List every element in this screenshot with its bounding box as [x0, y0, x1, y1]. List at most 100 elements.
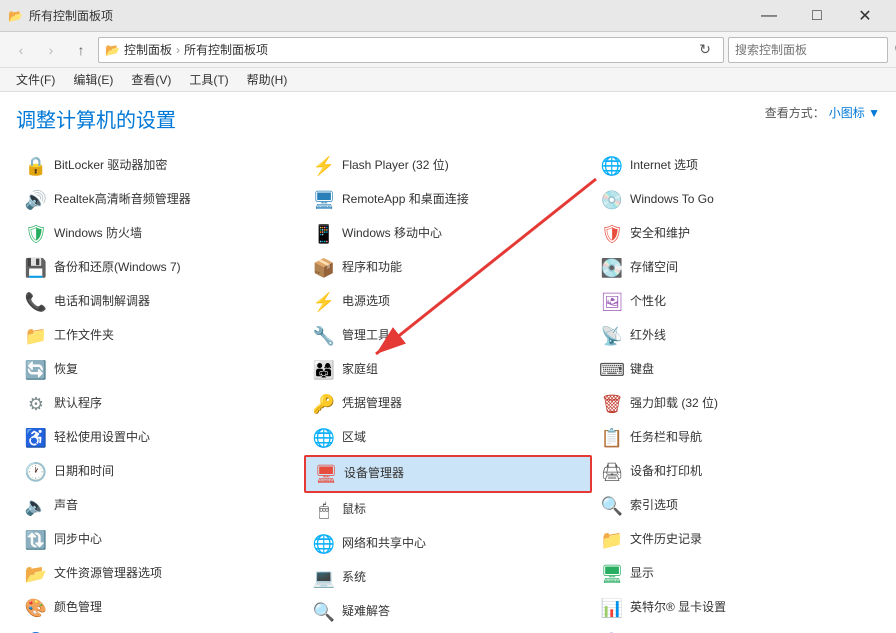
device-manager-item[interactable]: 🖥 设备管理器: [304, 455, 592, 493]
menu-help[interactable]: 帮助(H): [239, 69, 296, 90]
list-item[interactable]: 🖨 设备和打印机: [592, 455, 880, 489]
item-label: 备份和还原(Windows 7): [54, 260, 181, 276]
minimize-button[interactable]: —: [746, 0, 792, 32]
list-item[interactable]: 💿 Windows To Go: [592, 183, 880, 217]
list-item[interactable]: 🔈 声音: [16, 489, 304, 523]
item-label: 管理工具: [342, 328, 390, 344]
item-label: 安全和维护: [630, 226, 690, 242]
easy-icon: ♿: [24, 426, 48, 450]
sync-icon: 🔃: [24, 528, 48, 552]
list-item[interactable]: 📊 英特尔® 显卡设置: [592, 591, 880, 625]
maximize-button[interactable]: □: [794, 0, 840, 32]
item-label: Internet 选项: [630, 158, 698, 174]
item-label: 默认程序: [54, 396, 102, 412]
list-item[interactable]: ♿ 轻松使用设置中心: [16, 421, 304, 455]
search-input[interactable]: [735, 43, 890, 57]
list-item[interactable]: 🎨 颜色管理: [16, 591, 304, 625]
view-value-link[interactable]: 小图标 ▼: [829, 104, 880, 121]
list-item[interactable]: 🔃 同步中心: [16, 523, 304, 557]
list-item[interactable]: 🛡 Windows 防火墙: [16, 217, 304, 251]
list-item[interactable]: 🖱 鼠标: [304, 493, 592, 527]
list-item[interactable]: 🕐 日期和时间: [16, 455, 304, 489]
refresh-button[interactable]: ↻: [693, 38, 717, 62]
list-item[interactable]: 💾 备份和还原(Windows 7): [16, 251, 304, 285]
column-3: 🌐 Internet 选项 💿 Windows To Go 🛡 安全和维护 💽 …: [592, 149, 880, 633]
item-label: 个性化: [630, 294, 666, 310]
mouse-icon: 🖱: [312, 498, 336, 522]
list-item[interactable]: 🔊 Realtek高清晰音频管理器: [16, 183, 304, 217]
list-item[interactable]: 📂 文件资源管理器选项: [16, 557, 304, 591]
list-item[interactable]: 📋 任务栏和导航: [592, 421, 880, 455]
list-item[interactable]: 🔍 索引选项: [592, 489, 880, 523]
list-item[interactable]: 👤 用户帐户: [16, 625, 304, 633]
list-item[interactable]: 🔄 恢复: [16, 353, 304, 387]
items-grid: 🔒 BitLocker 驱动器加密 🔊 Realtek高清晰音频管理器 🛡 Wi…: [16, 149, 880, 633]
list-item[interactable]: 🌐 网络和共享中心: [304, 527, 592, 561]
breadcrumb-current[interactable]: 所有控制面板项: [184, 41, 268, 58]
list-item[interactable]: 🗑 强力卸载 (32 位): [592, 387, 880, 421]
list-item[interactable]: 🌐 Internet 选项: [592, 149, 880, 183]
list-item[interactable]: 💽 存储空间: [592, 251, 880, 285]
default-icon: ⚙: [24, 392, 48, 416]
item-label: 文件历史记录: [630, 532, 702, 548]
up-button[interactable]: ↑: [68, 37, 94, 63]
list-item[interactable]: ⌨ 键盘: [592, 353, 880, 387]
list-item[interactable]: 📦 程序和功能: [304, 251, 592, 285]
back-button[interactable]: ‹: [8, 37, 34, 63]
list-item[interactable]: 🖥 显示: [592, 557, 880, 591]
item-label: Windows 防火墙: [54, 226, 142, 242]
trouble-icon: 🔍: [312, 600, 336, 624]
list-item[interactable]: 👨‍👩‍👧 家庭组: [304, 353, 592, 387]
power-icon: ⚡: [312, 290, 336, 314]
list-item[interactable]: 🔑 凭据管理器: [304, 387, 592, 421]
address-folder-icon: 📂: [105, 43, 120, 57]
menu-file[interactable]: 文件(F): [8, 69, 63, 90]
menu-bar: 文件(F) 编辑(E) 查看(V) 工具(T) 帮助(H): [0, 68, 896, 92]
title-bar-title: 所有控制面板项: [29, 7, 113, 24]
list-item[interactable]: 🛡 安全和维护: [592, 217, 880, 251]
list-item[interactable]: 🌐 区域: [304, 421, 592, 455]
backup-icon: 💾: [24, 256, 48, 280]
forward-button[interactable]: ›: [38, 37, 64, 63]
item-label: 系统: [342, 570, 366, 586]
credential-icon: 🔑: [312, 392, 336, 416]
list-item[interactable]: ⚡ 电源选项: [304, 285, 592, 319]
list-item[interactable]: ⚡ Flash Player (32 位): [304, 149, 592, 183]
menu-edit[interactable]: 编辑(E): [65, 69, 121, 90]
system-icon: 💻: [312, 566, 336, 590]
nav-bar: ‹ › ↑ 📂 控制面板 › 所有控制面板项 ↻ 🔍: [0, 32, 896, 68]
keyboard-icon: ⌨: [600, 358, 624, 382]
list-item[interactable]: 💻 系统: [304, 561, 592, 595]
list-item[interactable]: 🖥 RemoteApp 和桌面连接: [304, 183, 592, 217]
breadcrumb-home[interactable]: 控制面板: [124, 41, 172, 58]
flash-icon: ⚡: [312, 154, 336, 178]
list-item[interactable]: 🔧 管理工具: [304, 319, 592, 353]
list-item[interactable]: 📞 电话和调制解调器: [16, 285, 304, 319]
menu-tools[interactable]: 工具(T): [181, 69, 236, 90]
list-item[interactable]: 📁 文件历史记录: [592, 523, 880, 557]
color-icon: 🎨: [24, 596, 48, 620]
list-item[interactable]: ⚙ 默认程序: [16, 387, 304, 421]
bitlocker-icon: 🔒: [24, 154, 48, 178]
item-label: 设备和打印机: [630, 464, 702, 480]
item-label: 日期和时间: [54, 464, 114, 480]
item-label: 颜色管理: [54, 600, 102, 616]
prog-icon: 📦: [312, 256, 336, 280]
menu-view[interactable]: 查看(V): [123, 69, 179, 90]
column-1: 🔒 BitLocker 驱动器加密 🔊 Realtek高清晰音频管理器 🛡 Wi…: [16, 149, 304, 633]
column-2: ⚡ Flash Player (32 位) 🖥 RemoteApp 和桌面连接 …: [304, 149, 592, 633]
network-icon: 🌐: [312, 532, 336, 556]
family-icon: 👨‍👩‍👧: [312, 358, 336, 382]
realtek-icon: 🔊: [24, 188, 48, 212]
list-item[interactable]: 🎙 语音识别: [592, 625, 880, 633]
list-item[interactable]: 📁 工作文件夹: [16, 319, 304, 353]
close-button[interactable]: ✕: [842, 0, 888, 32]
title-bar-left: 📂 所有控制面板项: [8, 7, 113, 24]
list-item[interactable]: 📱 Windows 移动中心: [304, 217, 592, 251]
list-item[interactable]: 🔍 疑难解答: [304, 595, 592, 629]
list-item[interactable]: 🖼 个性化: [592, 285, 880, 319]
list-item[interactable]: 🌍 语言: [304, 629, 592, 633]
title-bar: 📂 所有控制面板项 — □ ✕: [0, 0, 896, 32]
list-item[interactable]: 📡 红外线: [592, 319, 880, 353]
list-item[interactable]: 🔒 BitLocker 驱动器加密: [16, 149, 304, 183]
